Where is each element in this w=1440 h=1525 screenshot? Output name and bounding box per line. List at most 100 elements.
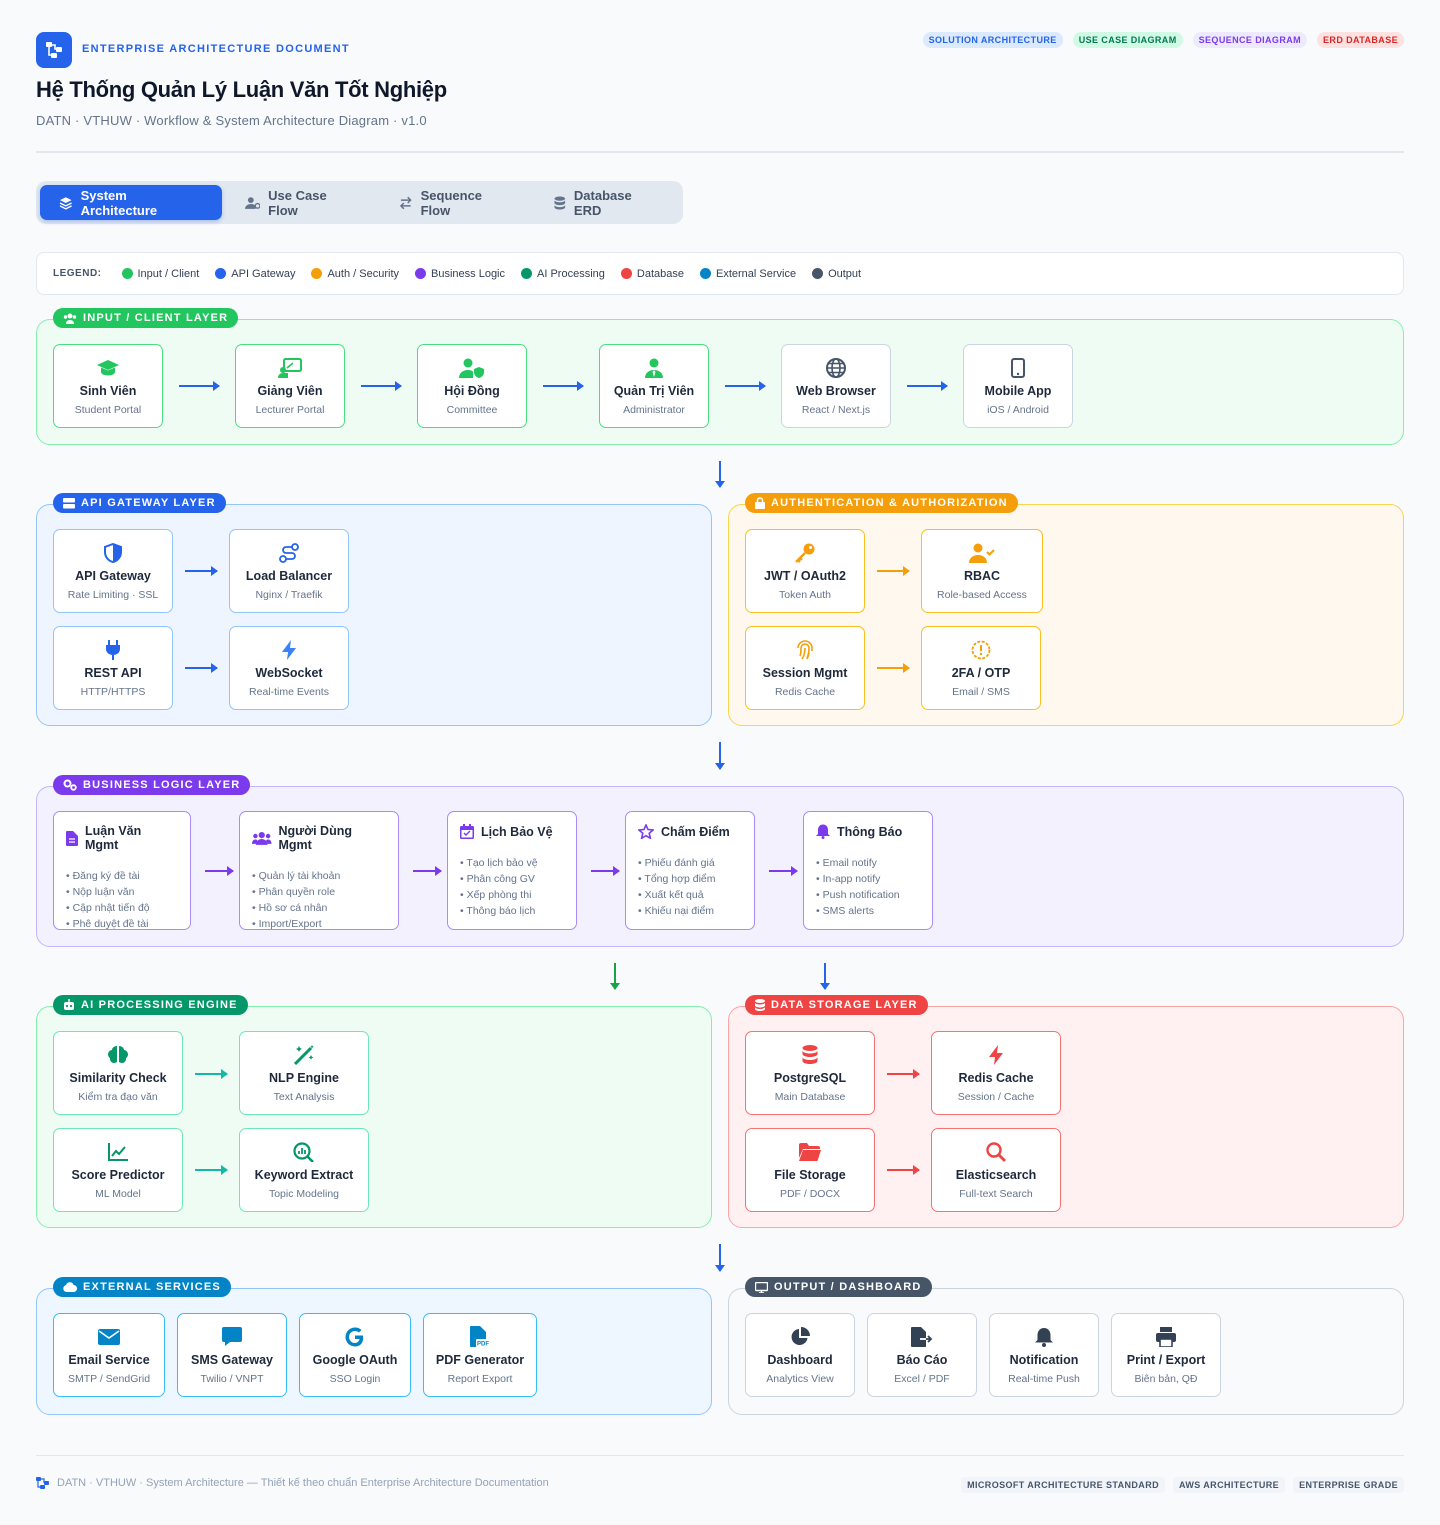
node-subtitle: Kiểm tra đạo văn <box>78 1090 158 1103</box>
node-mobile-app[interactable]: Mobile App iOS / Android <box>963 344 1073 428</box>
node-subtitle: Nginx / Traefik <box>255 588 323 601</box>
legend-item: AI Processing <box>521 268 605 280</box>
node-bao-cao[interactable]: Báo Cáo Excel / PDF <box>867 1313 977 1397</box>
node-giang-vien[interactable]: Giảng Viên Lecturer Portal <box>235 344 345 428</box>
node-elasticsearch[interactable]: Elasticsearch Full-text Search <box>931 1128 1061 1212</box>
flow-arrow <box>877 663 910 673</box>
legend-item: Business Logic <box>415 268 505 280</box>
node-websocket[interactable]: WebSocket Real-time Events <box>229 626 349 710</box>
brain-icon <box>107 1044 129 1066</box>
module-nguoi-dung-mgmt[interactable]: Người Dùng Mgmt Quản lý tài khoản Phân q… <box>239 811 399 930</box>
legend-item: External Service <box>699 268 796 280</box>
node-title: PostgreSQL <box>773 1070 847 1085</box>
node-hoi-dong[interactable]: Hội Đồng Committee <box>417 344 527 428</box>
search-chart-icon <box>293 1141 315 1163</box>
node-google-oauth[interactable]: Google OAuth SSO Login <box>299 1313 411 1397</box>
module-items: Đăng ký đề tài Nộp luận văn Cập nhật tiế… <box>66 868 178 932</box>
file-export-icon <box>911 1326 933 1348</box>
node-title: Mobile App <box>984 383 1052 398</box>
node-title: Email Service <box>68 1352 150 1367</box>
node-rbac[interactable]: RBAC Role-based Access <box>921 529 1043 613</box>
legend-label: Output <box>828 267 862 280</box>
alert-circle-icon <box>971 639 991 661</box>
node-quan-tri-vien[interactable]: Quản Trị Viên Administrator <box>599 344 709 428</box>
document-label: ENTERPRISE ARCHITECTURE DOCUMENT <box>82 43 350 55</box>
node-jwt-oauth2[interactable]: JWT / OAuth2 Token Auth <box>745 529 865 613</box>
module-items: Tạo lịch bảo vệ Phân công GV Xếp phòng t… <box>460 855 564 919</box>
module-lich-bao-ve[interactable]: Lịch Bảo Vệ Tạo lịch bảo vệ Phân công GV… <box>447 811 577 930</box>
node-title: Elasticsearch <box>955 1167 1037 1182</box>
tab-sequence-flow[interactable]: Sequence Flow <box>380 185 531 220</box>
page-subtitle: DATN · VTHUW · Workflow & System Archite… <box>36 113 427 128</box>
node-email-service[interactable]: Email Service SMTP / SendGrid <box>53 1313 165 1397</box>
list-item: Đăng ký đề tài <box>66 868 178 884</box>
pie-chart-icon <box>790 1326 810 1348</box>
legend-item: Database <box>620 268 684 280</box>
sitemap-icon <box>36 1477 49 1489</box>
node-notification[interactable]: Notification Real-time Push <box>989 1313 1099 1397</box>
node-api-gateway[interactable]: API Gateway Rate Limiting · SSL <box>53 529 173 613</box>
view-tabs: System Architecture Use Case Flow Sequen… <box>36 181 683 224</box>
node-2fa-otp[interactable]: 2FA / OTP Email / SMS <box>921 626 1041 710</box>
legend-dot <box>311 268 323 279</box>
tab-use-case-flow[interactable]: Use Case Flow <box>226 185 376 220</box>
node-web-browser[interactable]: Web Browser React / Next.js <box>781 344 891 428</box>
tab-system-architecture[interactable]: System Architecture <box>40 185 222 220</box>
node-sinh-vien[interactable]: Sinh Viên Student Portal <box>53 344 163 428</box>
users-icon <box>63 313 77 324</box>
node-score-predictor[interactable]: Score Predictor ML Model <box>53 1128 183 1212</box>
node-title: Sinh Viên <box>79 383 137 398</box>
cogs-icon <box>63 779 77 791</box>
robot-icon <box>64 999 74 1010</box>
chart-line-icon <box>108 1141 128 1163</box>
module-luan-van-mgmt[interactable]: Luận Văn Mgmt Đăng ký đề tài Nộp luận vă… <box>53 811 191 930</box>
legend-label: Input / Client <box>137 267 200 280</box>
node-title: Keyword Extract <box>254 1167 354 1182</box>
layer-tag: EXTERNAL SERVICES <box>53 1277 231 1297</box>
module-thong-bao[interactable]: Thông Báo Email notify In-app notify Pus… <box>803 811 933 930</box>
node-title: SMS Gateway <box>191 1352 273 1367</box>
node-redis-cache[interactable]: Redis Cache Session / Cache <box>931 1031 1061 1115</box>
node-subtitle: Email / SMS <box>952 685 1010 698</box>
user-tie-icon <box>645 357 663 379</box>
legend-item: Input / Client <box>121 267 200 280</box>
module-items: Phiếu đánh giá Tổng hợp điểm Xuất kết qu… <box>638 855 742 919</box>
pdf-icon: PDF <box>470 1325 490 1348</box>
flow-arrow <box>591 866 620 876</box>
node-subtitle: Student Portal <box>74 403 142 416</box>
node-subtitle: PDF / DOCX <box>779 1187 841 1200</box>
node-subtitle: Real-time Events <box>249 685 329 698</box>
node-title: Notification <box>1009 1352 1079 1367</box>
node-file-storage[interactable]: File Storage PDF / DOCX <box>745 1128 875 1212</box>
user-check-icon <box>969 542 995 564</box>
layer-tag-label: AI PROCESSING ENGINE <box>81 999 238 1011</box>
node-print-export[interactable]: Print / Export Biên bản, QĐ <box>1111 1313 1221 1397</box>
module-cham-diem[interactable]: Chấm Điểm Phiếu đánh giá Tổng hợp điểm X… <box>625 811 755 930</box>
module-items: Quản lý tài khoản Phân quyền role Hồ sơ … <box>252 868 386 932</box>
footer-badge: ENTERPRISE GRADE <box>1293 1477 1404 1493</box>
node-dashboard[interactable]: Dashboard Analytics View <box>745 1313 855 1397</box>
node-subtitle: Analytics View <box>766 1372 834 1385</box>
legend-item: Output <box>812 268 861 280</box>
legend-dot <box>215 268 227 279</box>
node-subtitle: Role-based Access <box>937 588 1027 601</box>
legend-item: API Gateway <box>215 268 295 280</box>
node-pdf-generator[interactable]: PDF PDF Generator Report Export <box>423 1313 537 1397</box>
node-title: Print / Export <box>1126 1352 1206 1367</box>
node-similarity-check[interactable]: Similarity Check Kiểm tra đạo văn <box>53 1031 183 1115</box>
node-keyword-extract[interactable]: Keyword Extract Topic Modeling <box>239 1128 369 1212</box>
graduation-cap-icon <box>96 357 120 379</box>
legend-title: LEGEND: <box>53 268 102 279</box>
node-session-mgmt[interactable]: Session Mgmt Redis Cache <box>745 626 865 710</box>
tab-database-erd[interactable]: Database ERD <box>535 185 679 220</box>
node-postgresql[interactable]: PostgreSQL Main Database <box>745 1031 875 1115</box>
flow-arrow <box>361 381 402 391</box>
node-sms-gateway[interactable]: SMS Gateway Twilio / VNPT <box>177 1313 287 1397</box>
page-title: Hệ Thống Quản Lý Luận Văn Tốt Nghiệp <box>36 77 447 102</box>
node-nlp-engine[interactable]: NLP Engine Text Analysis <box>239 1031 369 1115</box>
layer-tag: DATA STORAGE LAYER <box>745 995 928 1015</box>
node-rest-api[interactable]: REST API HTTP/HTTPS <box>53 626 173 710</box>
star-icon <box>638 824 654 839</box>
footer-badge: AWS ARCHITECTURE <box>1173 1477 1286 1493</box>
node-load-balancer[interactable]: Load Balancer Nginx / Traefik <box>229 529 349 613</box>
